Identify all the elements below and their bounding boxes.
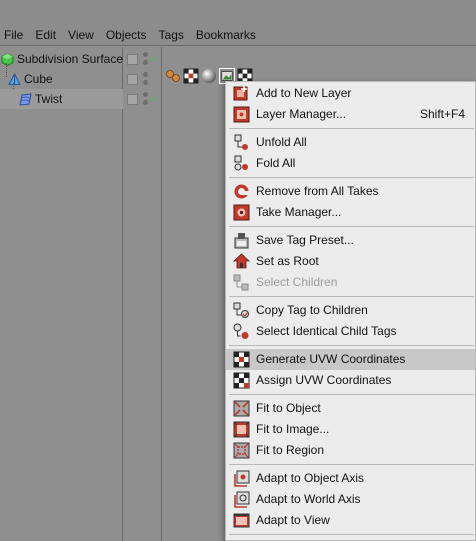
menu-item-save-tag-preset[interactable]: Save Tag Preset... — [226, 230, 475, 251]
flag-row: ✓ — [124, 89, 162, 109]
fit-image-icon — [233, 421, 250, 438]
take-remove-icon — [234, 184, 250, 199]
flag-row: ✓ — [124, 49, 162, 69]
menu-item-generate-uvw-coordinates[interactable]: Generate UVW Coordinates — [226, 349, 475, 370]
object-name-column: Subdivision Surface Cube Twist — [0, 47, 123, 541]
menu-separator — [229, 226, 474, 227]
uvw-tag-icon[interactable] — [183, 68, 199, 84]
subdivision-icon — [1, 52, 14, 66]
select-tags-icon — [233, 323, 249, 339]
object-row-subdivision[interactable]: Subdivision Surface — [0, 49, 123, 69]
menu-item-set-as-root[interactable]: Set as Root — [226, 251, 475, 272]
menu-item-assign-uvw-coordinates[interactable]: Assign UVW Coordinates — [226, 370, 475, 391]
enabled-check-icon[interactable]: ✓ — [149, 54, 157, 65]
menu-separator — [229, 394, 474, 395]
menu-separator — [229, 128, 474, 129]
menu-file[interactable]: File — [0, 24, 30, 46]
enabled-check-icon[interactable]: ✓ — [149, 94, 157, 105]
tag-context-menu: Add to New Layer Layer Manager... Shift+… — [225, 81, 476, 541]
menu-item-adapt-to-object-axis[interactable]: Adapt to Object Axis — [226, 468, 475, 489]
layer-box[interactable] — [127, 93, 138, 105]
twist-deformer-icon — [19, 92, 32, 106]
menu-item-add-to-new-layer[interactable]: Add to New Layer — [226, 83, 475, 104]
root-icon — [233, 253, 250, 269]
menu-item-remove-from-all-takes[interactable]: Remove from All Takes — [226, 181, 475, 202]
menu-separator — [229, 534, 474, 535]
fit-region-icon — [233, 442, 250, 459]
menu-item-unfold-all[interactable]: Unfold All — [226, 132, 475, 153]
menubar: File Edit View Objects Tags Bookmarks — [0, 24, 476, 46]
object-name: Cube — [24, 72, 53, 86]
layer-box[interactable] — [127, 53, 138, 65]
menu-item-copy-tag-to-children[interactable]: Copy Tag to Children — [226, 300, 475, 321]
menu-item-adapt-to-view[interactable]: Adapt to View — [226, 510, 475, 531]
object-row-twist[interactable]: Twist — [0, 89, 123, 109]
layer-box[interactable] — [127, 73, 138, 85]
object-name: Subdivision Surface — [16, 52, 123, 66]
uvw-assign-icon — [233, 372, 250, 389]
menu-edit[interactable]: Edit — [30, 24, 63, 46]
adapt-view-icon — [233, 513, 250, 528]
layer-manager-icon — [233, 106, 250, 123]
menu-separator — [229, 296, 474, 297]
menu-objects[interactable]: Objects — [101, 24, 154, 46]
menu-view[interactable]: View — [63, 24, 101, 46]
menu-item-fit-to-object[interactable]: Fit to Object — [226, 398, 475, 419]
axis-object-icon — [234, 470, 250, 487]
axis-world-icon — [234, 491, 250, 508]
menu-item-fold-all[interactable]: Fold All — [226, 153, 475, 174]
select-children-icon — [233, 274, 249, 291]
menu-item-fit-to-image[interactable]: Fit to Image... — [226, 419, 475, 440]
copy-tag-icon — [233, 302, 249, 318]
menu-bookmarks[interactable]: Bookmarks — [191, 24, 263, 46]
material-tag-icon[interactable] — [201, 68, 217, 84]
visibility-dots[interactable] — [143, 72, 148, 86]
phong-tag-icon[interactable] — [165, 68, 181, 84]
unfold-icon — [234, 134, 248, 150]
layer-add-icon — [233, 86, 248, 101]
object-name: Twist — [35, 92, 63, 106]
menu-item-select-children: Select Children — [226, 272, 475, 293]
window-top-strip — [0, 0, 476, 24]
uvw-generate-icon — [233, 351, 250, 368]
visibility-dots[interactable] — [143, 92, 148, 106]
menu-separator — [229, 177, 474, 178]
menu-separator — [229, 464, 474, 465]
object-flags-column: ✓ ✓ — [124, 47, 162, 541]
menu-tags[interactable]: Tags — [154, 24, 191, 46]
visibility-dots[interactable] — [143, 52, 148, 66]
shortcut-label: Shift+F4 — [419, 107, 465, 121]
flag-row — [124, 69, 162, 89]
menu-item-layer-manager[interactable]: Layer Manager... Shift+F4 — [226, 104, 475, 125]
menu-item-adapt-to-world-axis[interactable]: Adapt to World Axis — [226, 489, 475, 510]
take-manager-icon — [233, 204, 250, 221]
fold-icon — [234, 155, 248, 171]
menu-item-fit-to-region[interactable]: Fit to Region — [226, 440, 475, 461]
menu-item-select-identical-child-tags[interactable]: Select Identical Child Tags — [226, 321, 475, 342]
save-preset-icon — [234, 233, 249, 249]
menu-separator — [229, 345, 474, 346]
object-row-cube[interactable]: Cube — [0, 69, 123, 89]
fit-object-icon — [233, 400, 250, 417]
cube-icon — [8, 72, 21, 85]
menu-item-take-manager[interactable]: Take Manager... — [226, 202, 475, 223]
